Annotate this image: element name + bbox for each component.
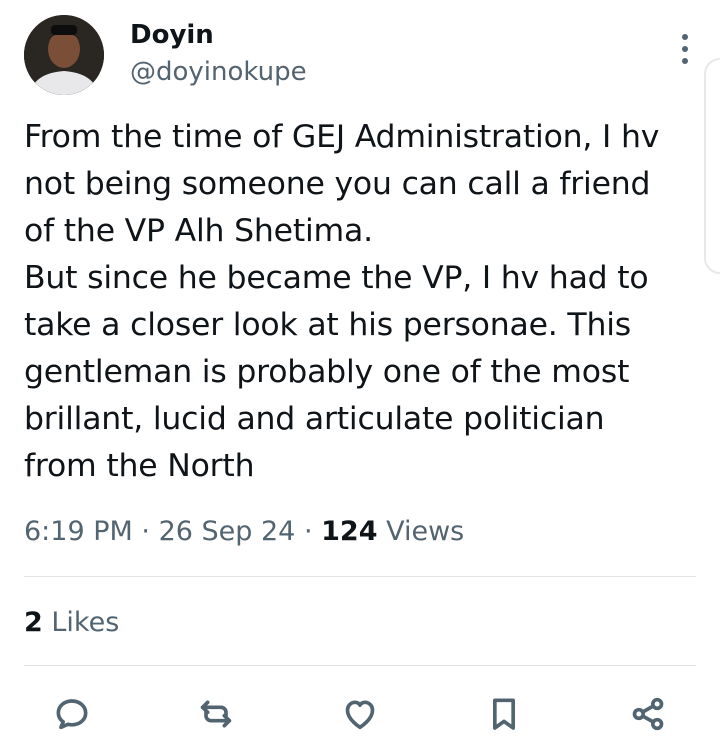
tweet-time[interactable]: 6:19 PM [24,516,133,547]
divider [24,665,696,666]
retweet-icon [200,700,232,728]
heart-icon [345,700,375,730]
likes-count: 2 [24,607,43,638]
bookmark-icon [493,698,515,730]
divider [24,576,696,577]
more-vertical-icon [682,34,688,40]
views-count: 124 [321,516,378,547]
reply-button[interactable] [50,692,94,736]
views-label: Views [386,516,465,547]
more-vertical-icon [682,58,688,64]
more-options-button[interactable] [680,34,690,64]
tweet-text: From the time of GEJ Administration, I h… [24,119,660,484]
author-avatar[interactable] [24,15,104,95]
scrollbar-edge [704,58,720,274]
bookmark-button[interactable] [482,692,526,736]
share-icon [632,697,664,731]
action-bar [0,692,720,736]
like-button[interactable] [338,692,382,736]
retweet-button[interactable] [194,692,238,736]
more-vertical-icon [682,46,688,52]
likes-stat[interactable]: 2 Likes [24,603,119,643]
tweet-date[interactable]: 26 Sep 24 [159,516,296,547]
likes-label: Likes [51,607,120,638]
tweet-meta: 6:19 PM · 26 Sep 24 · 124 Views [24,512,464,552]
author-name[interactable]: Doyin [130,18,214,52]
meta-separator: · [141,516,150,547]
reply-icon [56,699,88,730]
meta-separator: · [303,516,313,547]
share-button[interactable] [626,692,670,736]
author-handle[interactable]: @doyinokupe [130,55,307,89]
